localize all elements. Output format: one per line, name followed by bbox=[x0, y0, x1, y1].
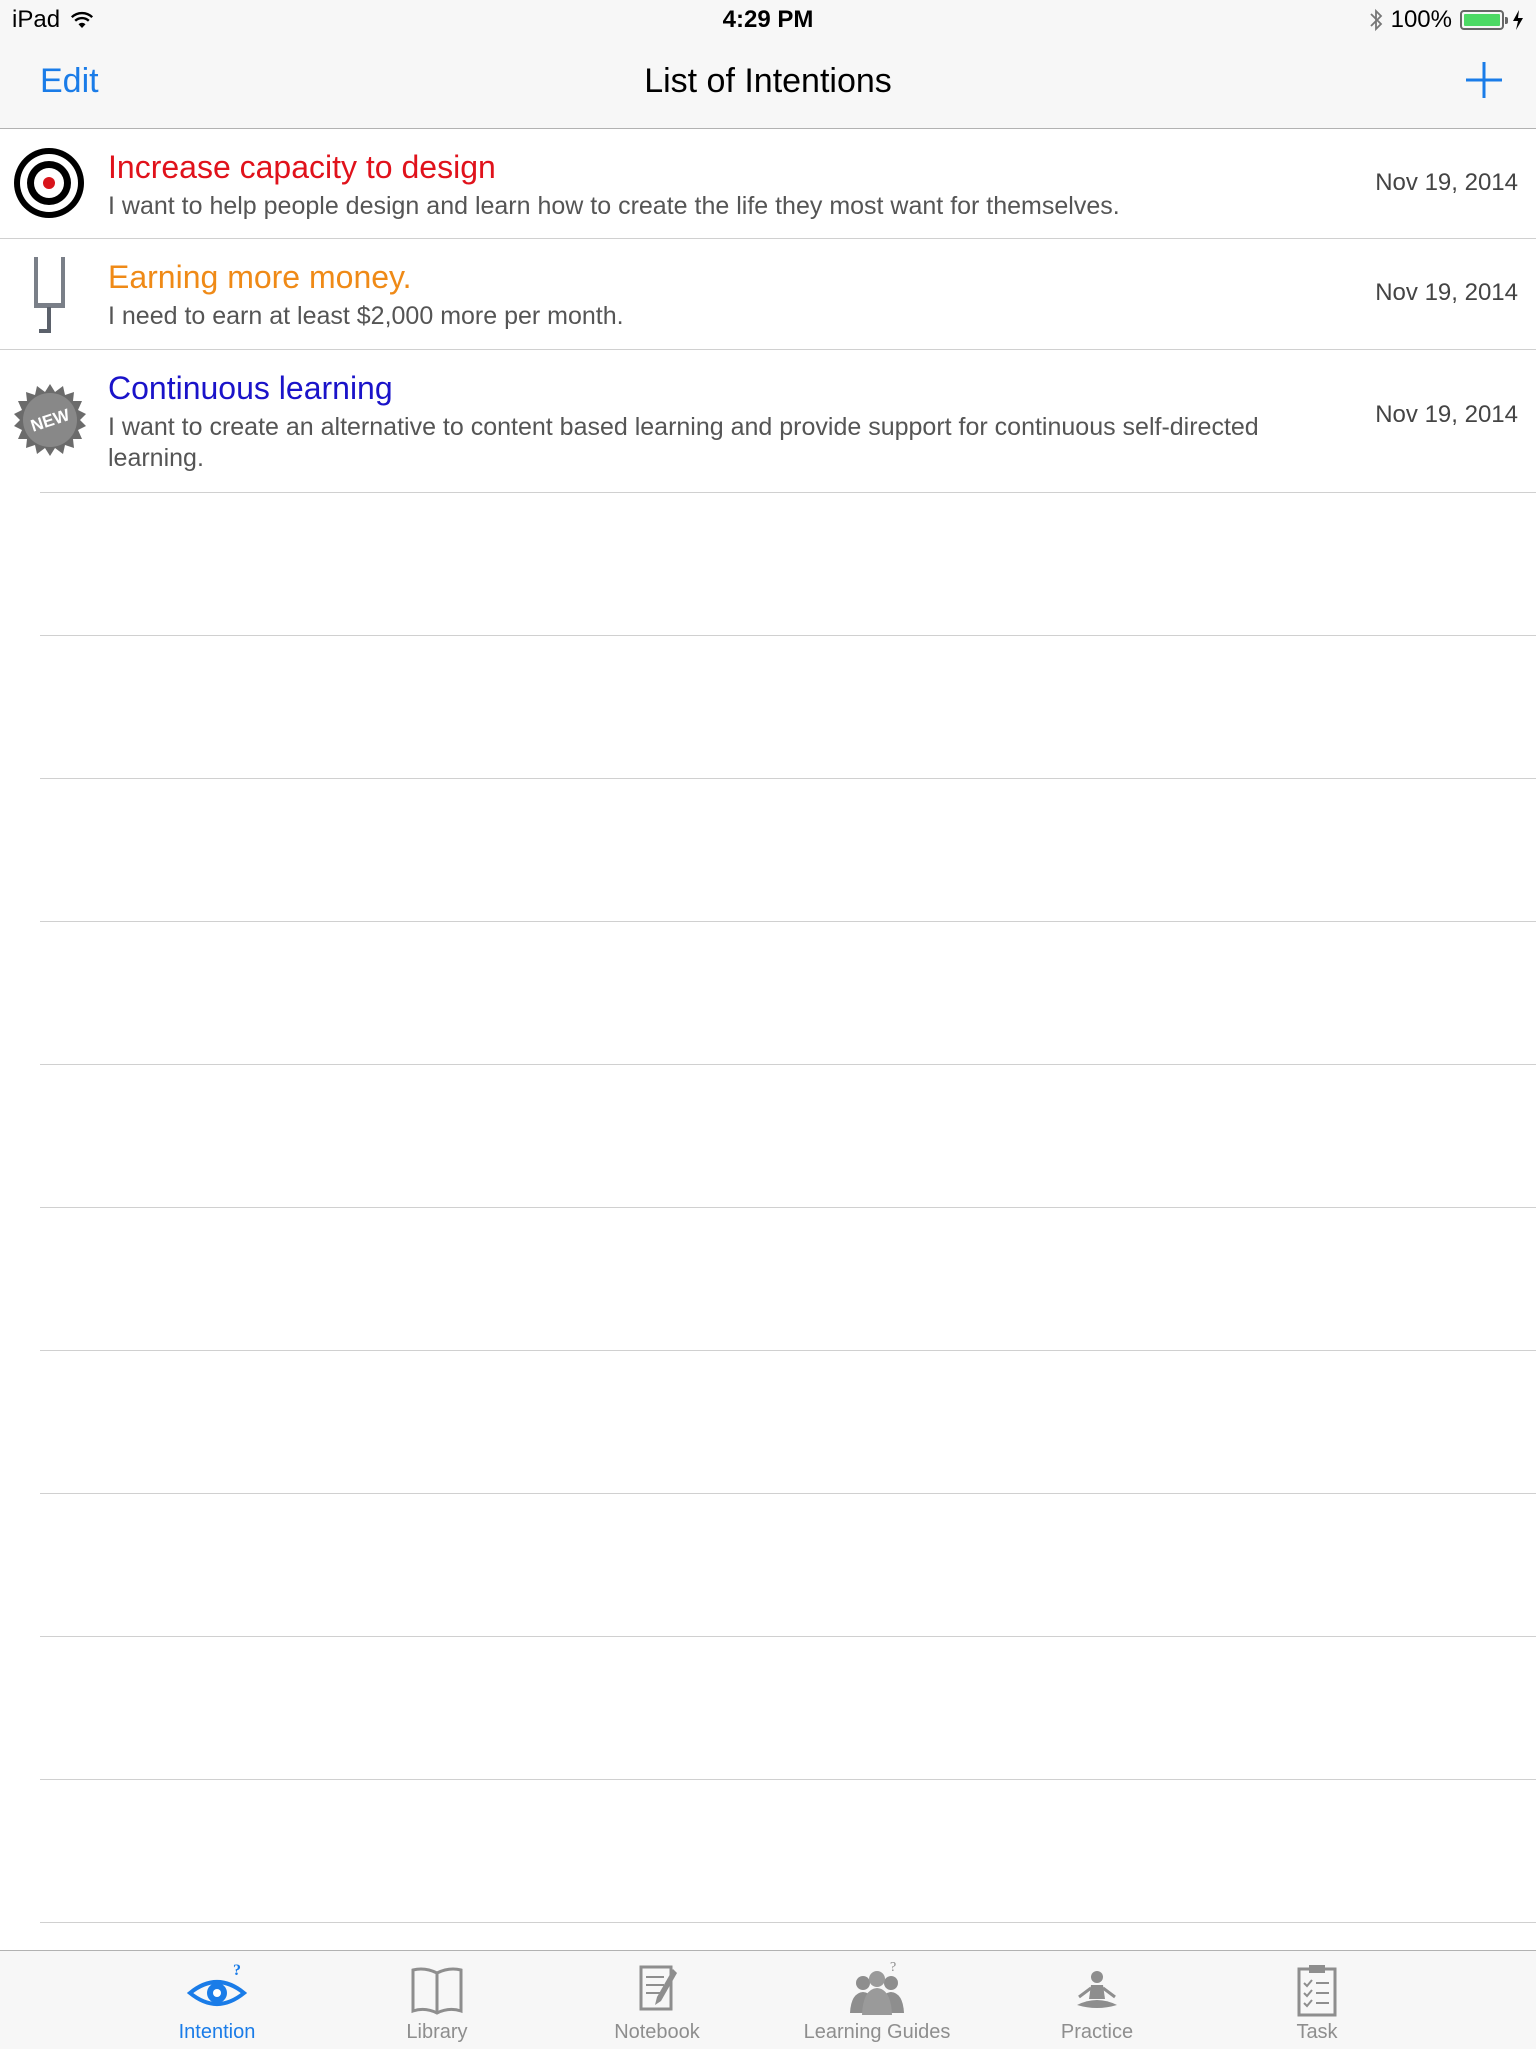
empty-row bbox=[0, 1065, 1536, 1208]
intention-description: I want to help people design and learn h… bbox=[108, 192, 1120, 220]
intention-title: Increase capacity to design bbox=[108, 149, 496, 185]
intention-date: Nov 19, 2014 bbox=[1375, 279, 1518, 306]
empty-row bbox=[0, 636, 1536, 779]
svg-text:?: ? bbox=[890, 1961, 896, 1975]
goalpost-icon bbox=[34, 257, 65, 333]
people-icon: ? bbox=[850, 1961, 904, 2015]
tab-practice[interactable]: Practice bbox=[987, 1951, 1207, 2049]
navigation-bar: Edit List of Intentions bbox=[0, 40, 1536, 129]
page-title: List of Intentions bbox=[644, 62, 892, 100]
tab-library[interactable]: Library bbox=[327, 1951, 547, 2049]
notebook-icon bbox=[639, 1965, 677, 2011]
empty-row bbox=[0, 1351, 1536, 1494]
tab-label: Notebook bbox=[614, 2021, 700, 2043]
tab-learning-guides[interactable]: ? Learning Guides bbox=[767, 1951, 987, 2049]
svg-text:?: ? bbox=[233, 1962, 241, 1979]
tab-label: Task bbox=[1296, 2021, 1338, 2043]
row-divider bbox=[40, 1922, 1536, 1923]
status-time: 4:29 PM bbox=[722, 6, 814, 33]
empty-row bbox=[0, 493, 1536, 636]
empty-row bbox=[0, 1494, 1536, 1637]
intention-title: Continuous learning bbox=[108, 370, 393, 406]
plus-icon[interactable] bbox=[1462, 58, 1506, 102]
tab-label: Intention bbox=[178, 2021, 256, 2043]
bluetooth-icon bbox=[1369, 8, 1382, 32]
battery-icon bbox=[1460, 10, 1508, 30]
intention-description: I need to earn at least $2,000 more per … bbox=[108, 302, 624, 330]
intention-date: Nov 19, 2014 bbox=[1375, 169, 1518, 196]
empty-row bbox=[0, 1208, 1536, 1351]
intention-row[interactable]: Earning more money. I need to earn at le… bbox=[0, 239, 1536, 350]
tab-label: Library bbox=[406, 2021, 468, 2043]
clipboard-icon bbox=[1297, 1965, 1337, 2017]
intention-row[interactable]: Increase capacity to design I want to he… bbox=[0, 129, 1536, 239]
intentions-list: Increase capacity to design I want to he… bbox=[0, 129, 1536, 1923]
tab-task[interactable]: Task bbox=[1207, 1951, 1427, 2049]
empty-row bbox=[0, 1637, 1536, 1780]
eye-icon: ? bbox=[187, 1962, 247, 2006]
empty-row bbox=[0, 779, 1536, 922]
empty-row bbox=[0, 922, 1536, 1065]
tab-label: Learning Guides bbox=[803, 2021, 951, 2043]
intention-description: I want to create an alternative to conte… bbox=[108, 413, 1259, 472]
target-icon bbox=[14, 148, 84, 218]
book-icon bbox=[411, 1967, 463, 2015]
charging-icon bbox=[1513, 10, 1523, 30]
new-badge-icon: NEW bbox=[14, 384, 86, 456]
meditation-icon bbox=[1077, 1971, 1117, 2008]
tab-label: Practice bbox=[1060, 2021, 1134, 2043]
tab-bar: ? Intention Library Notebook ? Learning … bbox=[0, 1950, 1536, 2049]
status-right: 100% bbox=[1369, 6, 1524, 34]
intention-date: Nov 19, 2014 bbox=[1375, 401, 1518, 428]
intention-row[interactable]: NEW Continuous learning I want to create… bbox=[0, 350, 1536, 493]
tab-notebook[interactable]: Notebook bbox=[547, 1951, 767, 2049]
tab-intention[interactable]: ? Intention bbox=[107, 1951, 327, 2049]
empty-row bbox=[0, 1780, 1536, 1923]
intention-title: Earning more money. bbox=[108, 259, 412, 295]
status-bar: iPad 4:29 PM 100% bbox=[0, 0, 1536, 40]
battery-percent: 100% bbox=[1390, 6, 1452, 33]
